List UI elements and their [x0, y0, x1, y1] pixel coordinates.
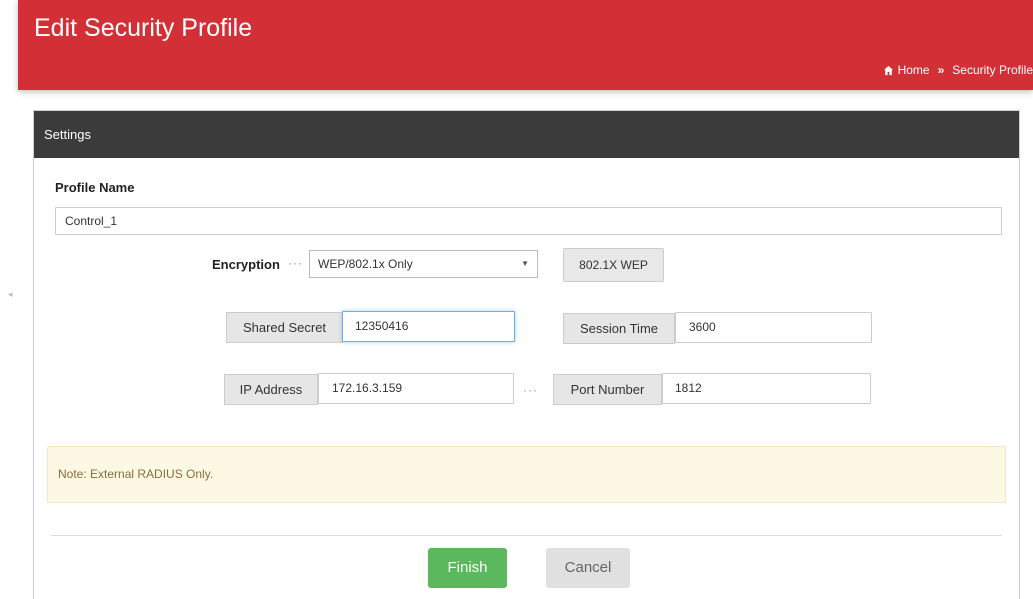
- page-title: Edit Security Profile: [34, 14, 253, 42]
- caret-down-icon: ▼: [521, 259, 529, 268]
- panel-title: Settings: [34, 111, 1019, 158]
- shared-secret-label: Shared Secret: [226, 312, 343, 343]
- profile-name-label: Profile Name: [55, 180, 135, 195]
- breadcrumb-separator: »: [937, 63, 945, 77]
- shared-secret-input[interactable]: 12350416: [342, 311, 515, 342]
- settings-panel: Settings: [33, 110, 1020, 599]
- breadcrumb-current: Security Profile: [952, 63, 1033, 77]
- encryption-label: Encryption: [212, 257, 280, 272]
- ip-address-input[interactable]: 172.16.3.159: [318, 373, 514, 404]
- session-time-label: Session Time: [563, 313, 675, 344]
- port-number-label: Port Number: [553, 374, 662, 405]
- ip-address-label: IP Address: [224, 374, 318, 405]
- cancel-button[interactable]: Cancel: [546, 548, 630, 588]
- page-header: Edit Security Profile Home » Security Pr…: [18, 0, 1033, 90]
- note-alert: Note: External RADIUS Only.: [47, 446, 1006, 503]
- page-edge-mark: ◂: [8, 289, 13, 299]
- encryption-select[interactable]: WEP/802.1x Only ▼: [309, 250, 538, 278]
- port-number-input[interactable]: 1812: [662, 373, 871, 404]
- finish-button[interactable]: Finish: [428, 548, 507, 588]
- breadcrumb: Home » Security Profile: [883, 63, 1033, 77]
- home-icon: [883, 65, 893, 75]
- profile-name-input[interactable]: Control_1: [55, 207, 1002, 235]
- breadcrumb-home-link[interactable]: Home: [898, 63, 930, 77]
- mode-802-1x-wep-button[interactable]: 802.1X WEP: [563, 248, 664, 282]
- session-time-input[interactable]: 3600: [675, 312, 872, 343]
- encryption-select-value: WEP/802.1x Only: [318, 257, 413, 271]
- divider: [51, 535, 1002, 536]
- ip-port-dots: ···: [523, 383, 538, 397]
- encryption-dots: ···: [288, 256, 303, 270]
